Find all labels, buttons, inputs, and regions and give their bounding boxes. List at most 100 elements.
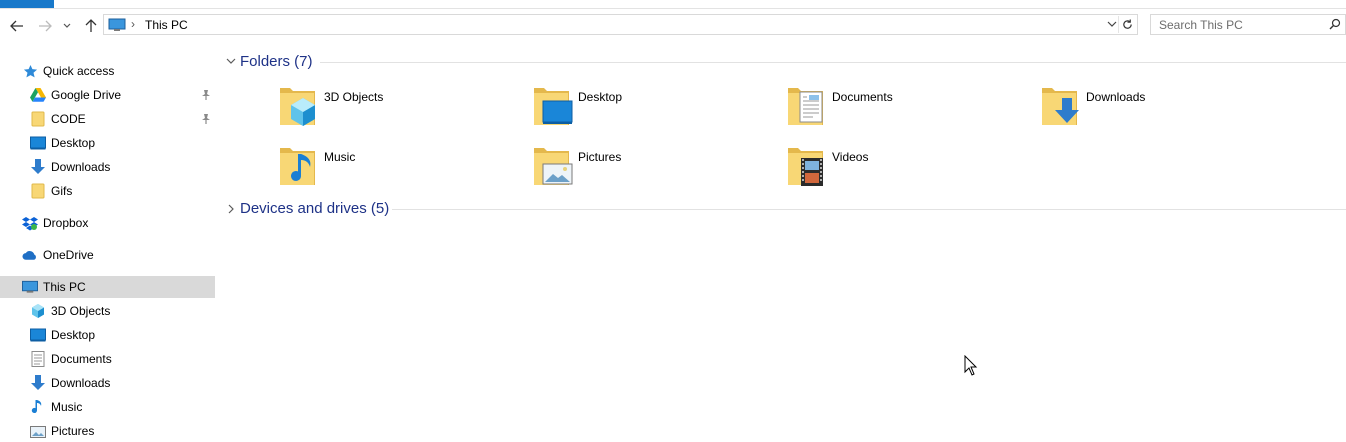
folder-tile-label: Desktop [578,90,623,104]
chevron-down-icon [1107,21,1117,27]
chevron-right-icon [228,204,234,214]
sidebar-item-gifs[interactable]: Gifs [0,180,215,202]
documents-folder-icon [788,88,823,125]
desktop-icon [30,135,46,151]
sidebar-item-label: OneDrive [43,248,94,262]
recent-locations-button[interactable] [61,17,73,35]
sidebar-item-dropbox[interactable]: Dropbox [0,212,215,234]
group-divider [320,62,1346,63]
devices-group-header[interactable]: Devices and drives (5) [226,199,1346,219]
ribbon-strip [0,0,1346,9]
onedrive-icon [22,247,38,263]
dropbox-icon [22,215,38,231]
sidebar-item-label: Dropbox [43,216,89,230]
documents-icon [30,351,46,367]
downloads-icon [30,375,46,391]
sidebar-item-label: 3D Objects [51,304,111,318]
pictures-icon [30,424,46,440]
refresh-button[interactable] [1118,16,1135,33]
music-folder-icon [280,148,315,185]
search-box[interactable]: Search This PC [1150,14,1346,35]
sidebar-item-downloads-pc[interactable]: Downloads [0,372,215,394]
sidebar-item-music[interactable]: Music [0,396,215,418]
folder-tile-label: Videos [832,150,869,164]
sidebar-item-label: Downloads [51,160,111,174]
folder-tile-videos[interactable]: Videos [787,144,1027,196]
sidebar-item-label: Quick access [43,64,115,78]
folder-tile-documents[interactable]: Documents [787,84,1027,136]
breadcrumb-separator: › [131,17,135,31]
folders-group-title: Folders (7) [240,53,313,70]
pictures-folder-icon [534,148,573,185]
navigation-pane: Quick access Google Drive CODE Desktop D… [0,58,215,438]
sidebar-item-this-pc[interactable]: This PC [0,276,215,298]
3d-objects-folder-icon [280,88,315,126]
sidebar-item-quick-access[interactable]: Quick access [0,60,215,82]
sidebar-item-desktop[interactable]: Desktop [0,132,215,154]
3d-objects-icon [30,303,46,319]
address-bar[interactable]: › This PC [103,14,1138,35]
folder-tile-label: Documents [832,90,893,104]
google-drive-icon [30,87,46,103]
pin-icon[interactable] [201,89,211,104]
sidebar-item-downloads[interactable]: Downloads [0,156,215,178]
sidebar-item-label: Downloads [51,376,111,390]
devices-group-title: Devices and drives (5) [240,200,390,217]
sidebar-item-label: Gifs [51,184,73,198]
chevron-down-icon [226,58,236,64]
downloads-icon [30,159,46,175]
sidebar-item-label: Google Drive [51,88,122,102]
refresh-icon [1122,19,1132,29]
back-button[interactable] [8,17,26,35]
sidebar-item-label: Pictures [51,424,95,438]
sidebar-item-google-drive[interactable]: Google Drive [0,84,215,106]
sidebar-item-label: This PC [43,280,86,294]
up-arrow-icon [85,19,97,32]
breadcrumb-this-pc[interactable]: This PC [145,18,188,32]
sidebar-item-onedrive[interactable]: OneDrive [0,244,215,266]
folder-tile-downloads[interactable]: Downloads [1041,84,1281,136]
sidebar-item-label: CODE [51,112,86,126]
folder-tile-label: Downloads [1086,90,1146,104]
videos-folder-icon [788,148,823,186]
desktop-icon [30,327,46,343]
folders-group-header[interactable]: Folders (7) [226,52,1346,72]
search-placeholder: Search This PC [1159,18,1243,32]
folder-tile-desktop[interactable]: Desktop [533,84,773,136]
folder-tile-label: Music [324,150,356,164]
computer-icon [22,279,38,295]
forward-button[interactable] [36,17,54,35]
folder-tile-music[interactable]: Music [279,144,519,196]
up-button[interactable] [82,17,100,35]
sidebar-item-documents[interactable]: Documents [0,348,215,370]
search-icon[interactable] [1329,18,1341,33]
navigation-bar: › This PC Search This PC [0,9,1346,41]
sidebar-item-label: Desktop [51,328,96,342]
sidebar-item-label: Documents [51,352,112,366]
folder-tile-label: Pictures [578,150,622,164]
group-divider [392,209,1346,210]
sidebar-item-3d-objects[interactable]: 3D Objects [0,300,215,322]
desktop-folder-icon [534,88,573,125]
back-arrow-icon [10,20,23,32]
forward-arrow-icon [39,20,52,32]
folder-tile-label: 3D Objects [324,90,384,104]
pin-icon[interactable] [201,113,211,128]
mouse-cursor-icon [964,355,978,376]
address-dropdown-button[interactable] [1107,18,1117,32]
sidebar-item-label: Desktop [51,136,96,150]
downloads-folder-icon [1042,88,1079,125]
sidebar-item-code[interactable]: CODE [0,108,215,130]
folder-tile-pictures[interactable]: Pictures [533,144,773,196]
folder-tile-3d-objects[interactable]: 3D Objects [279,84,519,136]
file-tab[interactable] [0,0,54,8]
sidebar-item-pictures[interactable]: Pictures [0,420,215,442]
star-icon [22,63,38,79]
folder-icon [30,111,46,127]
music-icon [30,399,46,415]
sidebar-item-desktop-pc[interactable]: Desktop [0,324,215,346]
folder-icon [30,183,46,199]
computer-icon [108,18,126,35]
chevron-down-icon [63,23,71,28]
sidebar-item-label: Music [51,400,83,414]
